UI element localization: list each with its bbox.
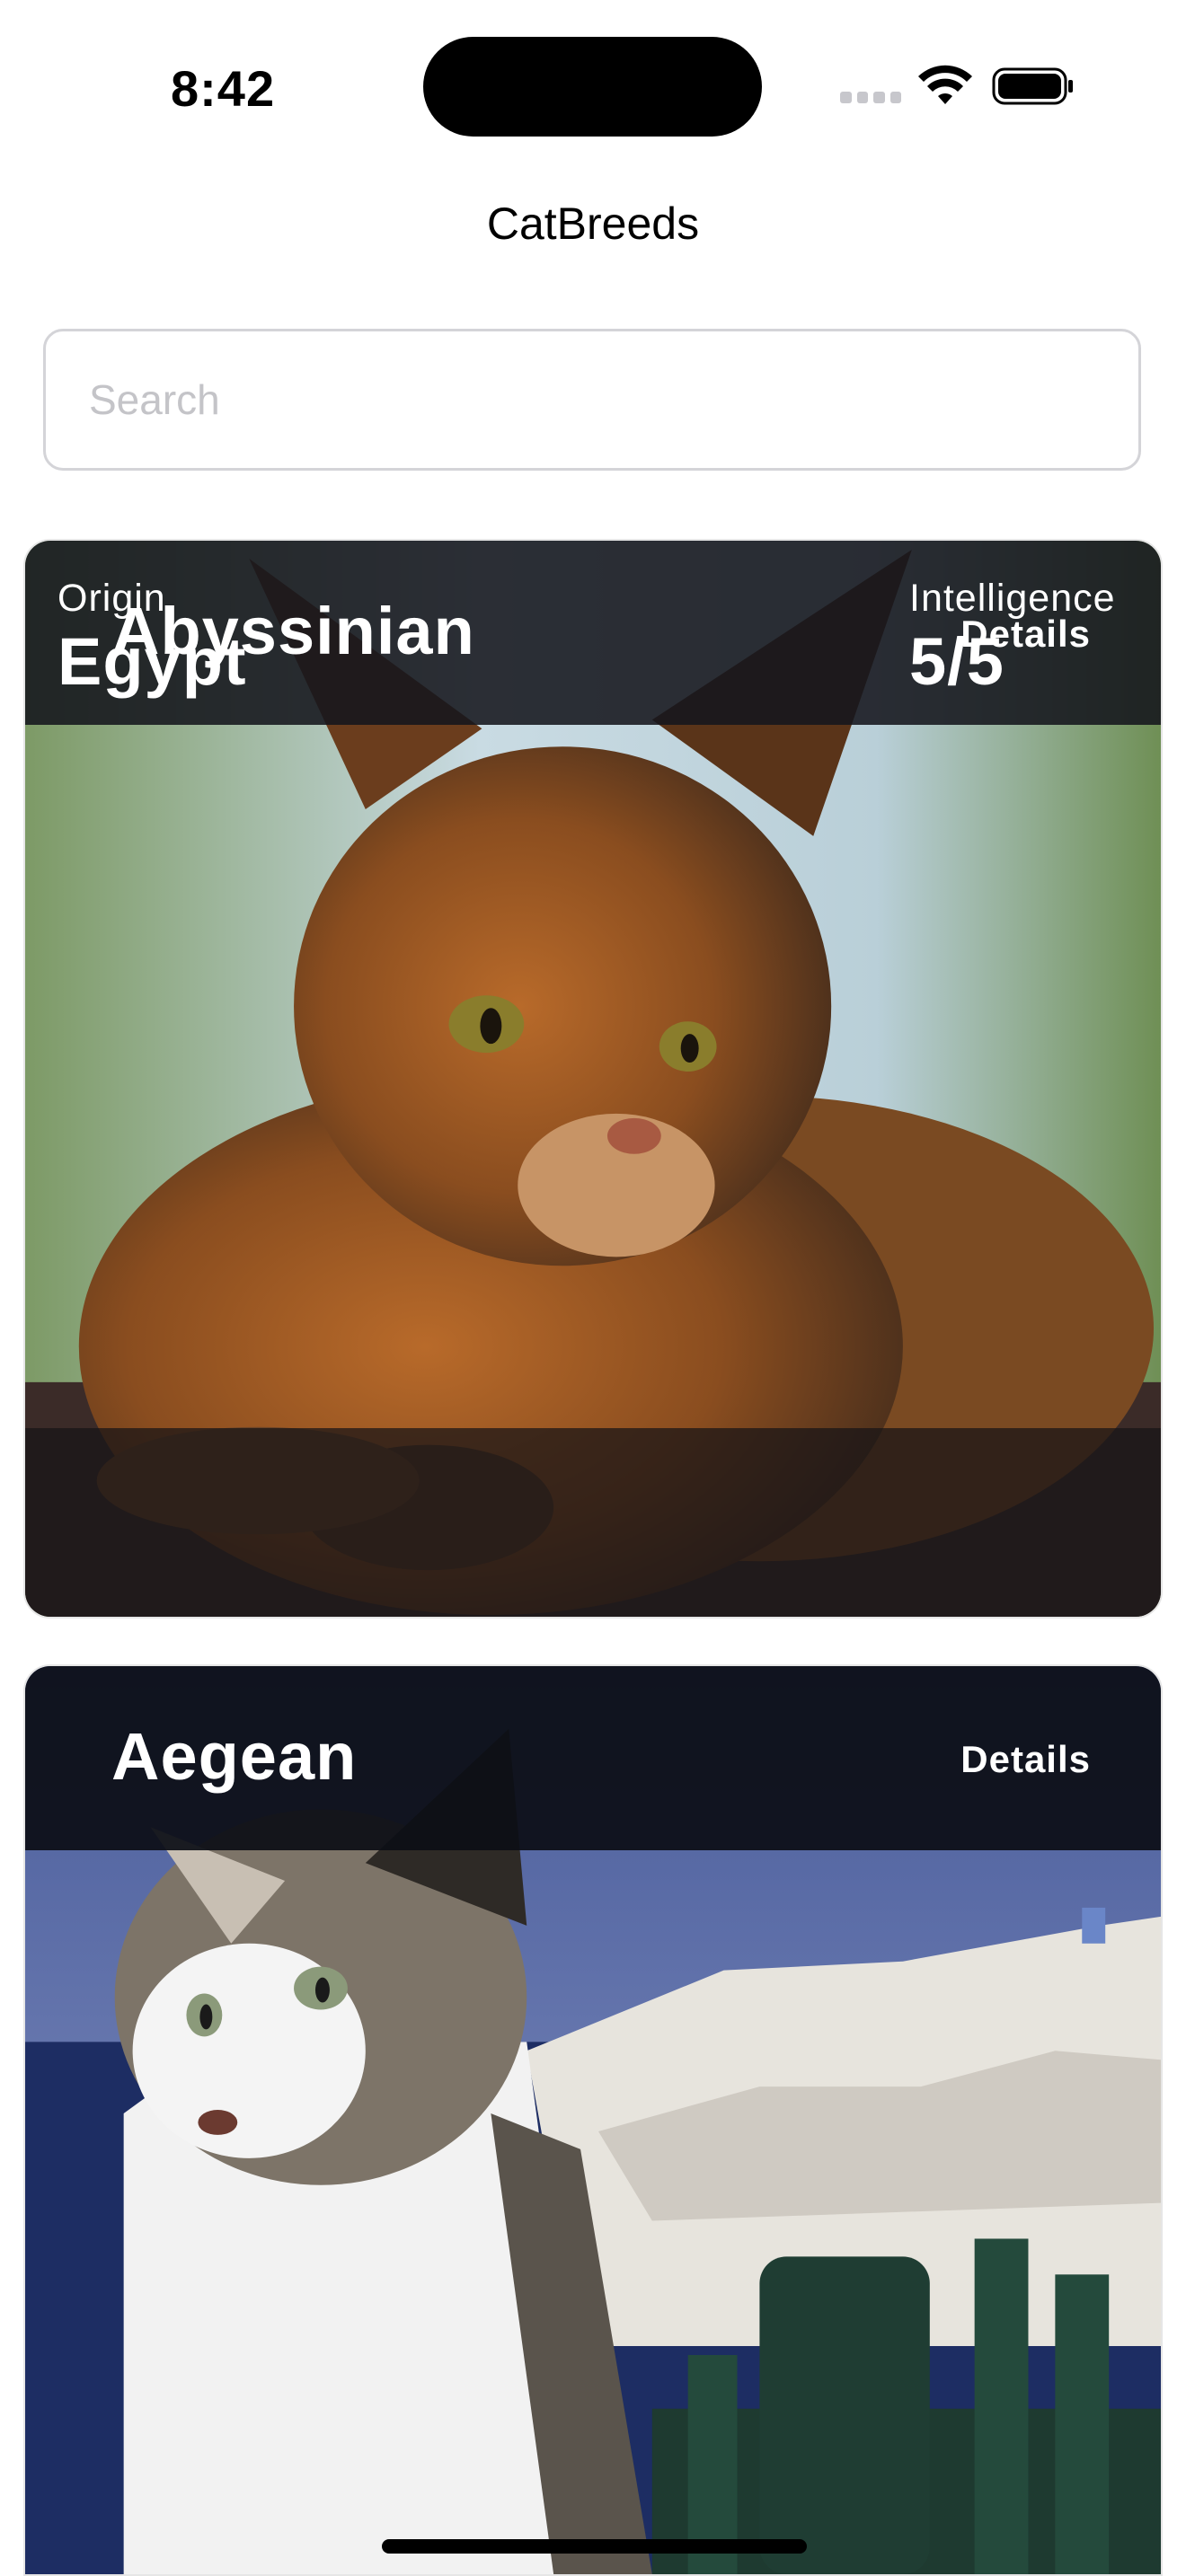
search-input[interactable] [43,329,1141,471]
page-title: CatBreeds [486,198,700,249]
origin-value: Egypt [58,624,247,699]
origin-label: Origin [58,577,166,620]
breed-card-aegean[interactable]: Aegean Details [23,1664,1163,2576]
home-indicator[interactable] [382,2539,807,2554]
intelligence-value: 5/5 [909,624,1005,699]
breed-name: Aegean [111,1719,358,1794]
card-footer [25,1428,1161,1617]
wifi-icon [918,65,972,104]
cellular-signal-icon [840,92,901,104]
breed-card-abyssinian[interactable]: Abyssinian Details Origin Egypt Intellig… [23,539,1163,1619]
details-button[interactable]: Details [960,1738,1091,1781]
dynamic-island [423,37,762,137]
intelligence-label: Intelligence [909,577,1116,620]
status-time: 8:42 [171,60,276,117]
app-screen: 8:42 CatBreeds Search Abyssinian Details… [0,0,1186,2576]
battery-icon [992,67,1073,105]
